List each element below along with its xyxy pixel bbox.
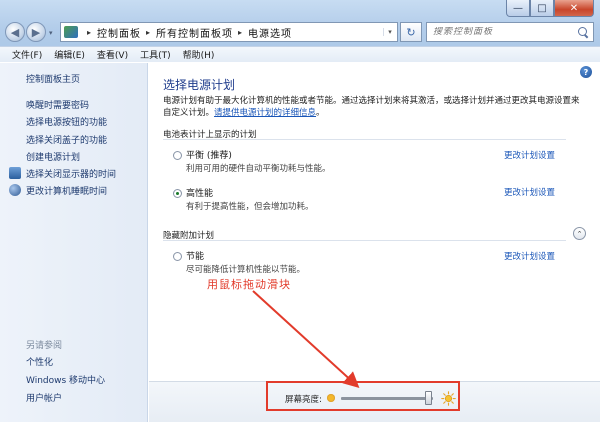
plan-power-saver-desc: 尽可能降低计算机性能以节能。: [186, 265, 306, 275]
breadcrumb-separator[interactable]: ▸: [238, 28, 243, 37]
plan-balanced-desc: 利用可用的硬件自动平衡功耗与性能。: [186, 164, 331, 174]
minimize-button[interactable]: —: [506, 0, 530, 17]
description-period: 。: [316, 108, 325, 118]
sidebar-item-wake-password[interactable]: 唤醒时需要密码: [26, 98, 89, 111]
see-also-user-accounts[interactable]: 用户帐户: [26, 391, 62, 404]
plan-high-performance-settings-link[interactable]: 更改计划设置: [504, 186, 555, 198]
breadcrumb-control-panel[interactable]: 控制面板: [97, 25, 141, 40]
close-button[interactable]: ✕: [554, 0, 594, 17]
breadcrumb-separator[interactable]: ▸: [87, 28, 92, 37]
breadcrumb-separator[interactable]: ▸: [146, 28, 151, 37]
navigation-row: ◀ ▶ ▾ ▸ 控制面板 ▸ 所有控制面板项 ▸ 电源选项 ▾ ↻: [0, 20, 600, 45]
see-also-mobility-center[interactable]: Windows 移动中心: [26, 373, 105, 386]
window-chrome: — □ ✕ ◀ ▶ ▾ ▸ 控制面板 ▸ 所有控制面板项 ▸ 电源选项 ▾ ↻ …: [0, 0, 600, 62]
plan-power-saver-settings-link[interactable]: 更改计划设置: [504, 250, 555, 262]
search-icon[interactable]: [578, 27, 588, 37]
menu-file[interactable]: 文件(F): [12, 48, 42, 61]
sidebar-item-create-plan[interactable]: 创建电源计划: [26, 150, 80, 163]
divider: [163, 240, 566, 241]
search-box[interactable]: [426, 22, 594, 42]
menu-help[interactable]: 帮助(H): [183, 48, 215, 61]
divider: [163, 139, 566, 140]
monitor-icon: [9, 167, 21, 179]
breadcrumb-all-items[interactable]: 所有控制面板项: [156, 25, 233, 40]
sidebar-item-sleep-time[interactable]: 更改计算机睡眠时间: [26, 184, 107, 197]
menu-tools[interactable]: 工具(T): [140, 48, 171, 61]
collapse-hidden-plans-button[interactable]: ⌃: [573, 227, 586, 240]
drag-slider-annotation: 用鼠标拖动滑块: [207, 278, 291, 291]
window-controls: — □ ✕: [506, 0, 594, 17]
sidebar-item-power-button[interactable]: 选择电源按钮的功能: [26, 115, 107, 128]
brightness-label: 屏幕亮度:: [285, 395, 322, 405]
forward-button[interactable]: ▶: [26, 22, 46, 42]
address-bar[interactable]: ▸ 控制面板 ▸ 所有控制面板项 ▸ 电源选项 ▾: [60, 22, 398, 42]
history-dropdown-icon[interactable]: ▾: [49, 29, 53, 37]
plan-high-performance-radio[interactable]: [173, 189, 182, 198]
main-content: ? 选择电源计划 电源计划有助于最大化计算机的性能或者节能。通过选择计划来将其激…: [149, 63, 600, 422]
see-also-personalization[interactable]: 个性化: [26, 355, 53, 368]
sidebar-item-display-off[interactable]: 选择关闭显示器的时间: [26, 167, 116, 180]
plan-balanced-name[interactable]: 平衡 (推荐): [186, 148, 232, 161]
plan-high-performance-desc: 有利于提高性能，但会增加功耗。: [186, 202, 314, 212]
sidebar-home-link[interactable]: 控制面板主页: [26, 72, 80, 85]
plan-power-saver-radio[interactable]: [173, 252, 182, 261]
sidebar-item-lid-close[interactable]: 选择关闭盖子的功能: [26, 133, 107, 146]
brightness-slider-track[interactable]: [341, 397, 433, 400]
brightness-slider-thumb[interactable]: [424, 391, 432, 405]
plan-high-performance-name[interactable]: 高性能: [186, 186, 213, 199]
menu-bar: 文件(F) 编辑(E) 查看(V) 工具(T) 帮助(H): [0, 46, 600, 62]
sidebar: 控制面板主页 唤醒时需要密码 选择电源按钮的功能 选择关闭盖子的功能 创建电源计…: [0, 63, 148, 422]
maximize-button[interactable]: □: [530, 0, 554, 17]
sun-small-icon: [327, 394, 335, 402]
plan-power-saver-name[interactable]: 节能: [186, 249, 204, 262]
help-icon[interactable]: ?: [580, 66, 592, 78]
address-dropdown-icon[interactable]: ▾: [383, 28, 397, 36]
plan-details-link[interactable]: 请提供电源计划的详细信息: [214, 108, 316, 118]
moon-icon: [9, 184, 21, 196]
sun-large-icon: [441, 391, 456, 406]
plan-balanced-radio[interactable]: [173, 151, 182, 160]
refresh-button[interactable]: ↻: [400, 22, 422, 42]
see-also-heading: 另请参阅: [26, 341, 63, 351]
menu-view[interactable]: 查看(V): [97, 48, 128, 61]
page-title: 选择电源计划: [163, 78, 236, 92]
plan-balanced-settings-link[interactable]: 更改计划设置: [504, 149, 555, 161]
page-description: 电源计划有助于最大化计算机的性能或者节能。通过选择计划来将其激活，或选择计划并通…: [163, 95, 583, 119]
back-button[interactable]: ◀: [5, 22, 25, 42]
menu-edit[interactable]: 编辑(E): [54, 48, 85, 61]
control-panel-icon: [64, 26, 78, 38]
search-input[interactable]: [427, 27, 567, 37]
breadcrumb-power-options[interactable]: 电源选项: [248, 25, 292, 40]
